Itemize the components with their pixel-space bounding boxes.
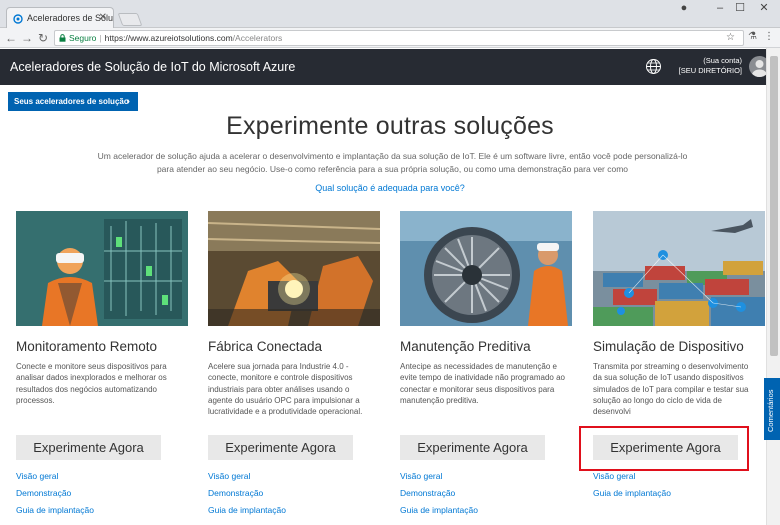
card-title: Monitoramento Remoto [16, 339, 158, 354]
chevron-right-icon: › [126, 96, 130, 107]
page-description: Um acelerador de solução ajuda a acelera… [97, 151, 688, 174]
address-separator: | [99, 33, 102, 43]
browser-tab-bar: Aceleradores de Solução ✕ ● – ☐ ✕ [0, 0, 780, 29]
device-simulation-image [593, 211, 765, 326]
overview-link[interactable]: Visão geral [593, 471, 635, 481]
demo-link[interactable]: Demonstração [16, 488, 71, 498]
my-accelerators-label: Seus aceleradores de solução [14, 97, 129, 106]
overview-link[interactable]: Visão geral [208, 471, 250, 481]
card-title: Simulação de Dispositivo [593, 339, 744, 354]
highlight-box [579, 426, 749, 471]
secure-label: Seguro [69, 33, 97, 43]
deployment-guide-link[interactable]: Guia de implantação [593, 488, 671, 498]
url-host: https://www.azureiotsolutions.com [104, 33, 233, 43]
maximize-icon[interactable]: ☐ [728, 0, 752, 18]
app-title: Aceleradores de Solução de IoT do Micros… [10, 60, 296, 74]
deployment-guide-link[interactable]: Guia de implantação [208, 505, 286, 515]
remote-monitoring-image [16, 211, 188, 326]
card-connected-factory: Fábrica Conectada Acelere sua jornada pa… [208, 211, 383, 521]
card-title: Fábrica Conectada [208, 339, 323, 354]
close-window-icon[interactable]: ✕ [752, 0, 776, 18]
try-now-button[interactable]: Experimente Agora [208, 435, 353, 460]
menu-icon[interactable]: ⋮ [764, 31, 774, 42]
account-name: (Sua conta) [703, 56, 742, 65]
card-remote-monitoring: Monitoramento Remoto Conecte e monitore … [16, 211, 191, 521]
app-header: Aceleradores de Solução de IoT do Micros… [0, 49, 770, 85]
connected-factory-image [208, 211, 380, 326]
predictive-maintenance-image [400, 211, 572, 326]
lock-icon [59, 34, 66, 42]
back-icon[interactable]: ← [4, 30, 18, 46]
solution-help-link[interactable]: Qual solução é adequada para você? [0, 183, 780, 193]
browser-toolbar: ← → ↻ Seguro | https://www.azureiotsolutio… [0, 28, 780, 48]
extension-icon[interactable]: ⚗ [748, 31, 757, 42]
page-scrollbar[interactable] [766, 48, 780, 525]
deployment-guide-link[interactable]: Guia de implantação [16, 505, 94, 515]
card-title: Manutenção Preditiva [400, 339, 531, 354]
azure-favicon-icon [13, 14, 23, 24]
account-directory: [SEU DIRETÓRIO] [678, 66, 742, 75]
demo-link[interactable]: Demonstração [208, 488, 263, 498]
globe-icon[interactable] [645, 58, 662, 75]
overview-link[interactable]: Visão geral [16, 471, 58, 481]
card-description: Acelere sua jornada para Industrie 4.0 -… [208, 362, 363, 417]
deployment-guide-link[interactable]: Guia de implantação [400, 505, 478, 515]
my-accelerators-button[interactable]: Seus aceleradores de solução › [8, 92, 138, 111]
try-now-button[interactable]: Experimente Agora [400, 435, 545, 460]
account-info[interactable]: (Sua conta) [SEU DIRETÓRIO] [672, 56, 742, 76]
card-description: Transmita por streaming o desenvolviment… [593, 362, 749, 417]
demo-link[interactable]: Demonstração [400, 488, 455, 498]
card-predictive-maintenance: Manutenção Preditiva Antecipe as necessi… [400, 211, 575, 521]
scrollbar-thumb[interactable] [770, 56, 778, 356]
profile-icon[interactable]: ● [672, 0, 696, 18]
address-bar[interactable]: Seguro | https://www.azureiotsolutions.com… [54, 30, 744, 46]
new-tab-button[interactable] [117, 13, 143, 26]
bookmark-star-icon[interactable]: ☆ [726, 31, 735, 45]
overview-link[interactable]: Visão geral [400, 471, 442, 481]
browser-tab[interactable]: Aceleradores de Solução ✕ [6, 7, 114, 29]
feedback-label: Comentários [766, 389, 775, 432]
reload-icon[interactable]: ↻ [36, 30, 50, 46]
close-tab-icon[interactable]: ✕ [99, 12, 107, 23]
card-device-simulation: Simulação de Dispositivo Transmita por s… [593, 211, 768, 521]
feedback-tab[interactable]: Comentários [764, 378, 780, 440]
card-description: Antecipe as necessidades de manutenção e… [400, 362, 565, 405]
page-title: Experimente outras soluções [226, 112, 554, 140]
card-description: Conecte e monitore seus dispositivos par… [16, 362, 167, 405]
url-path: /Accelerators [232, 33, 283, 43]
forward-icon[interactable]: → [20, 30, 34, 46]
try-now-button[interactable]: Experimente Agora [16, 435, 161, 460]
